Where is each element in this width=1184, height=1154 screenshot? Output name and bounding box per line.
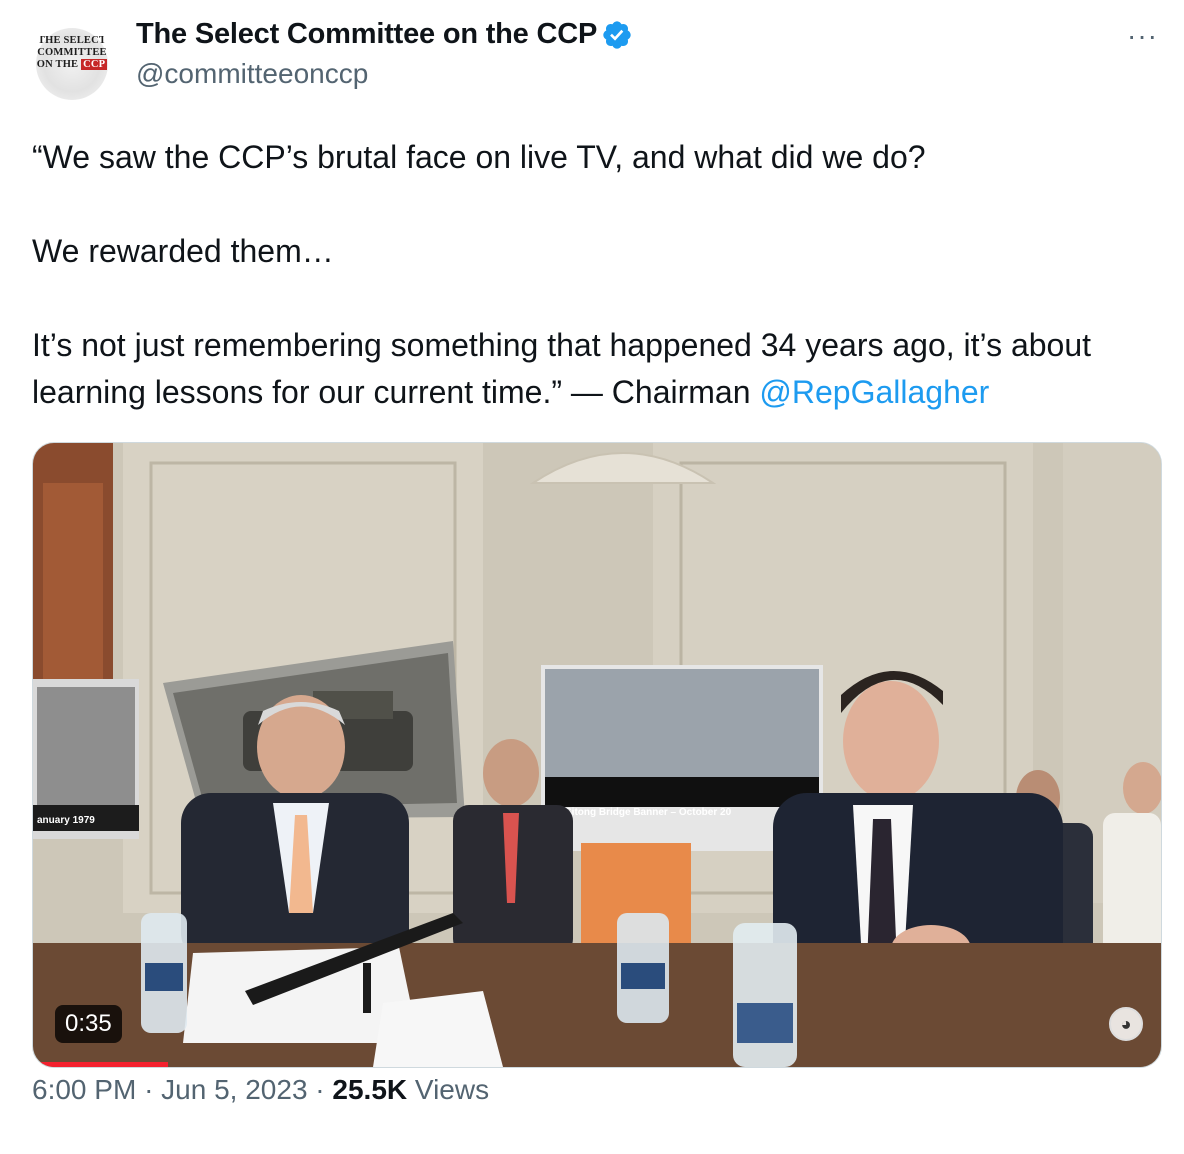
tweet-text: “We saw the CCP’s brutal face on live TV… [32, 134, 1168, 416]
tweet-meta: 6:00 PM · Jun 5, 2023 · 25.5K Views [32, 1074, 489, 1106]
logo-ccp-tag: CCP [81, 59, 108, 70]
board-right-caption: Sitong Bridge Banner – October 20 [565, 807, 732, 818]
logo-line-3-prefix: ON THE [36, 59, 79, 70]
verified-badge-icon[interactable] [601, 19, 633, 51]
views-count: 25.5K [332, 1074, 408, 1105]
tweet-time[interactable]: 6:00 PM [32, 1074, 136, 1105]
more-options-icon[interactable]: ··· [1127, 20, 1158, 52]
board-left-caption: anuary 1979 [37, 815, 95, 826]
meta-separator-2: · [315, 1074, 325, 1105]
logo-line-2: COMMITTEE [37, 47, 107, 58]
video-frame: anuary 1979 Sitong Bridge Banner – Octob… [33, 443, 1161, 1067]
media-owl-icon: ◕ [1109, 1007, 1143, 1041]
tweet-date[interactable]: Jun 5, 2023 [161, 1074, 307, 1105]
tweet-paragraph-3: It’s not just remembering something that… [32, 322, 1168, 416]
author-display-name[interactable]: The Select Committee on the CCP [136, 18, 597, 51]
author-avatar[interactable]: THE SELECT COMMITTEE ON THE CCP [30, 22, 114, 106]
views-label: Views [414, 1074, 490, 1105]
author-handle[interactable]: @committeeonccp [136, 58, 368, 90]
meta-separator-1: · [144, 1074, 154, 1105]
logo-line-1: THE SELECT [37, 35, 107, 46]
committee-logo: THE SELECT COMMITTEE ON THE CCP [30, 35, 114, 71]
tweet-paragraph-2: We rewarded them… [32, 233, 334, 269]
logo-line-3: ON THE CCP [30, 59, 114, 71]
mention-link[interactable]: @RepGallagher [759, 374, 989, 410]
author-name-row: The Select Committee on the CCP [136, 18, 633, 51]
video-player[interactable]: anuary 1979 Sitong Bridge Banner – Octob… [32, 442, 1162, 1068]
tweet-paragraph-1: “We saw the CCP’s brutal face on live TV… [32, 139, 926, 175]
video-progress-bar[interactable] [33, 1062, 169, 1067]
video-duration-badge: 0:35 [55, 1005, 122, 1043]
